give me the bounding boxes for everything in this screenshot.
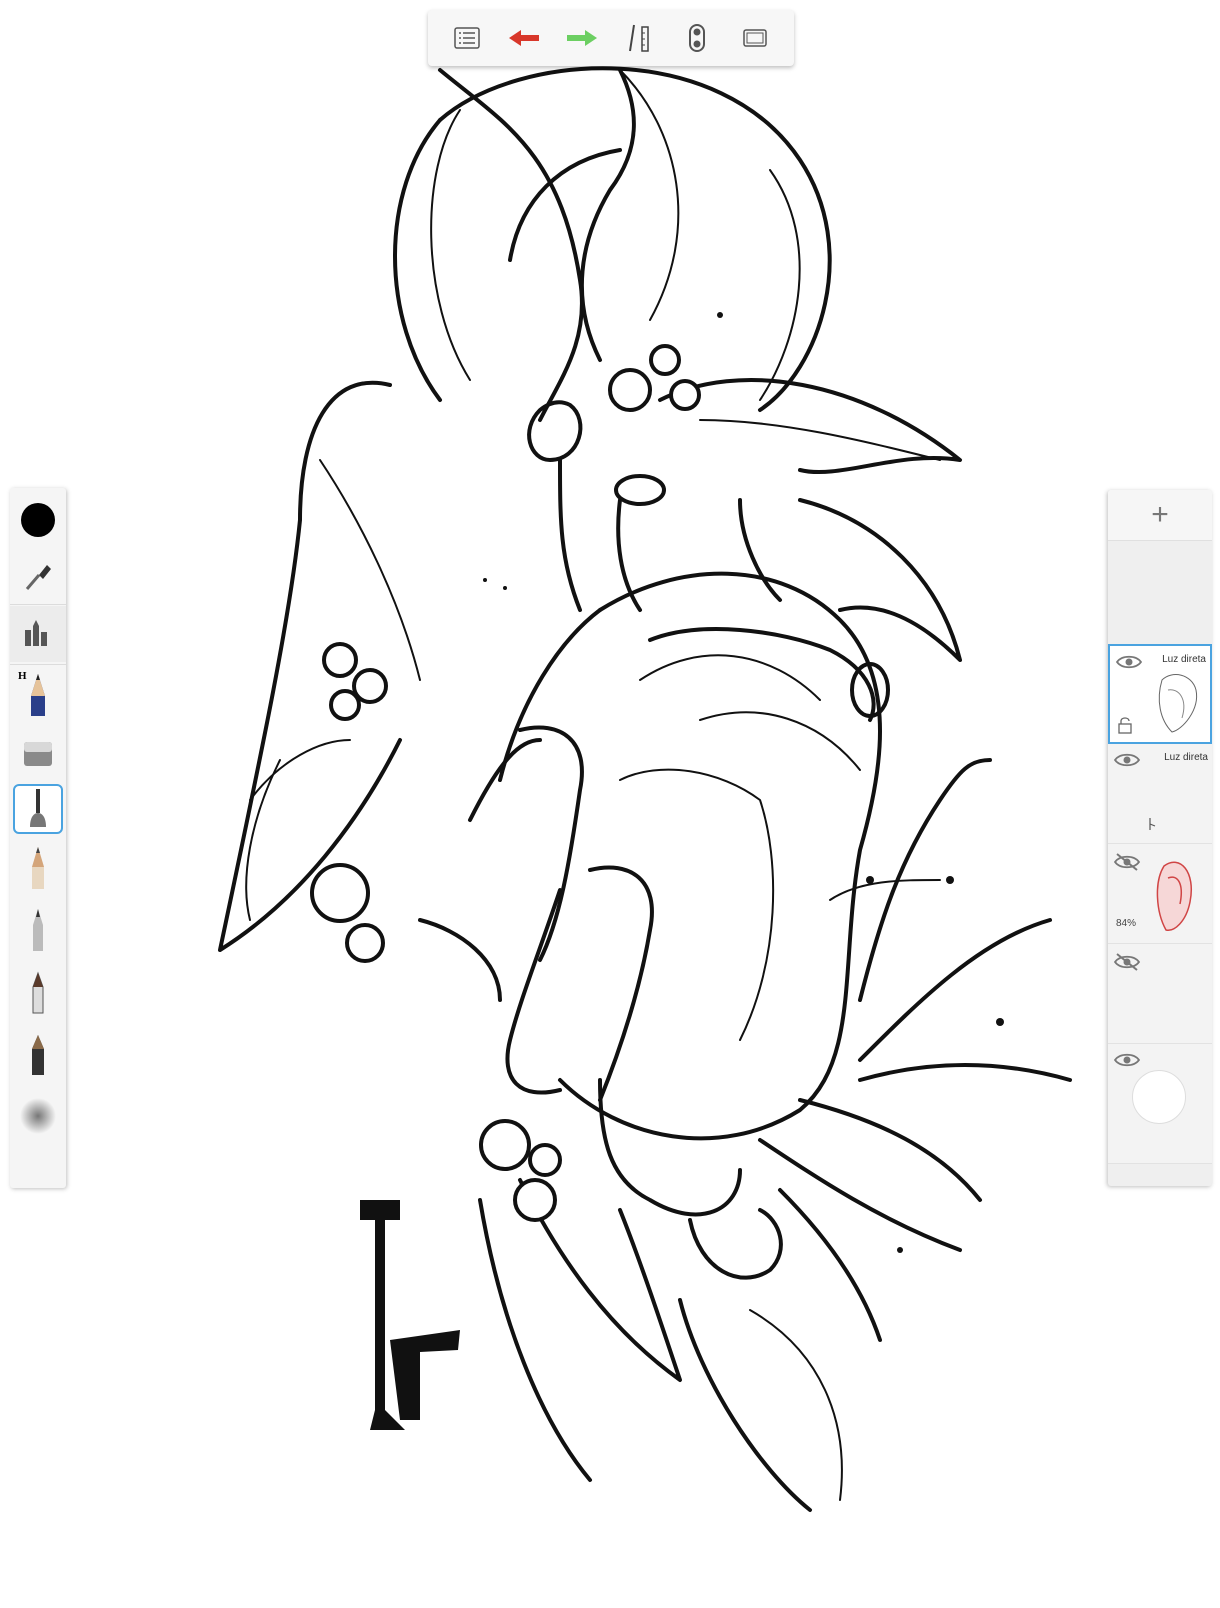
eye-icon[interactable]: [1114, 1052, 1140, 1068]
layer-name: Luz direta: [1164, 752, 1208, 763]
marker-tool[interactable]: [10, 962, 66, 1022]
undo-button[interactable]: [502, 16, 546, 60]
eyedropper-button[interactable]: [10, 548, 66, 604]
eye-hidden-icon[interactable]: [1114, 952, 1140, 972]
marker-icon: [32, 971, 44, 1014]
heart-hand-artwork: [218, 66, 1072, 1512]
layer-name: Luz direta: [1162, 654, 1206, 665]
layer-thumbnail: [1149, 818, 1156, 830]
fullscreen-icon: [743, 29, 767, 47]
layer-1[interactable]: Luz direta: [1108, 644, 1212, 744]
eyedropper-icon: [25, 565, 51, 590]
layer-3[interactable]: 84%: [1108, 844, 1212, 944]
inking-pen-tool[interactable]: [13, 784, 63, 834]
top-toolbar: [428, 10, 794, 66]
layer-opacity: 84%: [1116, 918, 1137, 929]
brush-palette: H: [10, 488, 66, 1188]
pencil-hb-tool[interactable]: [10, 838, 66, 898]
chisel-marker-tool[interactable]: [10, 1024, 66, 1084]
background-color-swatch[interactable]: [1132, 1070, 1186, 1124]
pencil-hardness-label: H: [18, 670, 27, 682]
inking-pen-icon: [30, 789, 46, 827]
eye-hidden-icon[interactable]: [1114, 852, 1140, 872]
add-layer-plus: +: [1151, 498, 1169, 531]
layer-panel: + Luz direta Luz direta 84%: [1108, 490, 1212, 1186]
eraser-icon: [24, 742, 52, 766]
fullscreen-button[interactable]: [733, 16, 777, 60]
ballpoint-pen-tool[interactable]: [10, 900, 66, 960]
symmetry-button[interactable]: [675, 16, 719, 60]
ruler-icon: [628, 24, 649, 52]
redo-button[interactable]: [560, 16, 604, 60]
layer-thumbnail: [1158, 674, 1198, 733]
layer-thumbnail: [1156, 861, 1192, 931]
eye-icon[interactable]: [1114, 752, 1140, 768]
list-icon: [454, 27, 480, 49]
undo-arrow-icon: [509, 30, 540, 46]
symmetry-icon: [689, 24, 706, 52]
ballpoint-pen-icon: [33, 909, 43, 951]
brush-library-button[interactable]: [10, 606, 66, 662]
decorative-dots: [483, 312, 1004, 1253]
lock-icon[interactable]: [1118, 716, 1132, 734]
eraser-tool[interactable]: [10, 726, 66, 782]
signature-monogram: [360, 1200, 460, 1430]
airbrush-icon: [20, 1098, 56, 1134]
eye-icon[interactable]: [1116, 654, 1142, 670]
pencil-icon: [31, 674, 45, 716]
list-button[interactable]: [445, 16, 489, 60]
pencil-tool[interactable]: H: [10, 666, 66, 724]
airbrush-tool[interactable]: [10, 1086, 66, 1146]
redo-arrow-icon: [567, 30, 598, 46]
layer-2[interactable]: Luz direta: [1108, 744, 1212, 844]
color-swatch-button[interactable]: [10, 492, 66, 548]
brush-set-icon: [25, 620, 47, 646]
layer-4[interactable]: [1108, 944, 1212, 1044]
drawing-canvas[interactable]: [0, 0, 1220, 1608]
add-layer-button[interactable]: +: [1108, 490, 1212, 541]
color-swatch-icon: [21, 503, 55, 537]
ruler-button[interactable]: [618, 16, 662, 60]
wood-pencil-icon: [32, 847, 44, 889]
chisel-marker-icon: [32, 1035, 44, 1075]
background-layer[interactable]: [1108, 1044, 1212, 1164]
